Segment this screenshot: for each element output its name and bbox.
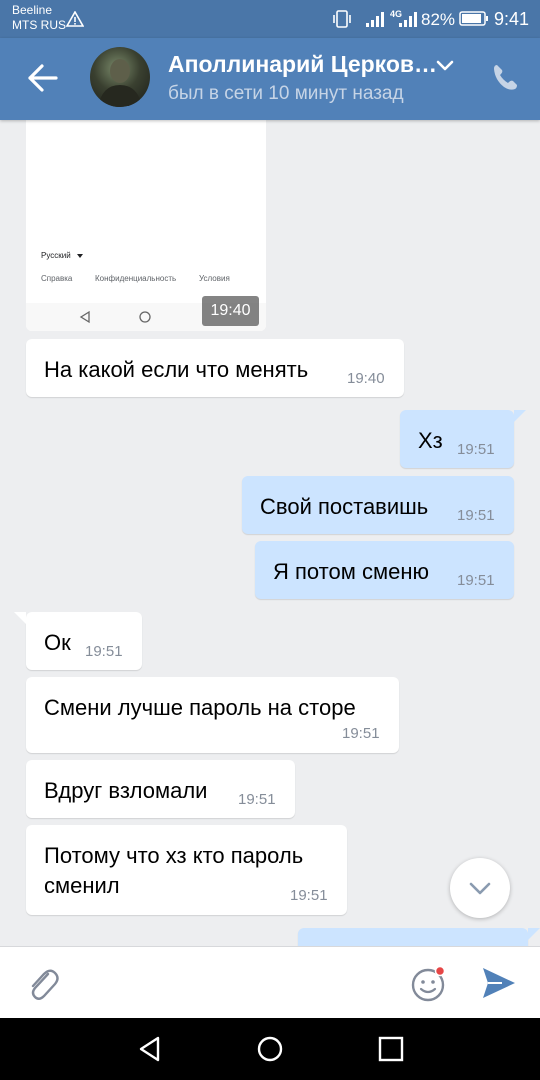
message-bubble-incoming[interactable]: Потому что хз кто пароль сменил 19:51: [26, 825, 347, 915]
message-bubble-incoming[interactable]: Вдруг взломали 19:51: [26, 760, 295, 818]
bubble-tail: [528, 928, 540, 940]
message-time: 19:51: [457, 441, 495, 458]
carrier-name: Beeline: [12, 3, 53, 17]
chevron-down-icon[interactable]: [436, 60, 454, 72]
message-time: 19:40: [347, 370, 385, 387]
message-text: Свой поставишь: [260, 494, 429, 519]
paperclip-icon[interactable]: [26, 965, 60, 1003]
message-bubble-outgoing[interactable]: Я потом сменю 19:51: [255, 541, 514, 599]
contact-name[interactable]: Аполлинарий Церков…: [168, 51, 437, 78]
message-text-line: Потому что хз кто пароль: [44, 843, 304, 868]
message-bubble-incoming[interactable]: Ок 19:51: [14, 612, 142, 670]
message-bubble-incoming[interactable]: Смени лучше пароль на сторе 19:51: [26, 677, 399, 753]
screenshot-link: Конфиденциальность: [95, 274, 177, 283]
message-input-bar: [0, 946, 540, 1019]
message-text: Вдруг взломали: [44, 778, 208, 803]
message-bubble-outgoing[interactable]: Хз 19:51: [400, 410, 526, 468]
bubble-tail: [14, 612, 26, 624]
message-time: 19:51: [238, 791, 276, 808]
message-text: Хз: [418, 428, 443, 453]
vibrate-icon: [333, 10, 351, 28]
message-bubble-outgoing[interactable]: Свой поставишь 19:51: [242, 476, 514, 534]
recent-apps-icon[interactable]: [377, 1035, 405, 1063]
message-text: Я потом сменю: [273, 559, 429, 584]
message-text: Ок: [44, 630, 71, 655]
screenshot-language: Русский: [41, 251, 71, 260]
signal-icon: [366, 12, 384, 27]
chat-header: Аполлинарий Церков… был в сети 10 минут …: [0, 38, 540, 120]
arrow-left-icon[interactable]: [28, 64, 58, 92]
message-list[interactable]: Русский Справка Конфиденциальность Услов…: [0, 120, 540, 946]
scroll-down-button[interactable]: [450, 858, 510, 918]
message-time: 19:51: [457, 572, 495, 589]
battery-icon: [459, 11, 488, 26]
message-time: 19:51: [457, 507, 495, 524]
bubble-tail: [514, 410, 526, 422]
chevron-down-icon: [469, 882, 491, 895]
system-navigation-bar: [0, 1018, 540, 1080]
signal-icon-secondary: [399, 12, 417, 27]
message-time: 19:51: [342, 725, 380, 742]
message-text: На какой если что менять: [44, 357, 309, 382]
back-triangle-icon: [79, 310, 90, 324]
carrier-name-secondary: MTS RUS: [12, 18, 66, 32]
avatar[interactable]: [90, 47, 150, 107]
message-text: Смени лучше пароль на сторе: [44, 695, 356, 720]
home-circle-icon[interactable]: [256, 1035, 284, 1063]
message-text-line: сменил: [44, 873, 120, 898]
send-icon[interactable]: [480, 965, 518, 1001]
warning-icon: [66, 11, 84, 27]
message-time: 19:51: [85, 643, 123, 660]
message-bubble-outgoing-partial[interactable]: [298, 928, 540, 946]
battery-percent: 82%: [421, 10, 456, 29]
message-time: 19:51: [290, 887, 328, 904]
image-timestamp: 19:40: [202, 296, 259, 326]
clock: 9:41: [494, 9, 530, 29]
status-bar: Beeline MTS RUS 4G 82% 9:41: [0, 0, 540, 38]
phone-icon[interactable]: [490, 62, 520, 92]
screenshot-link: Условия: [199, 274, 230, 283]
message-bubble-incoming[interactable]: На какой если что менять 19:40: [26, 339, 404, 397]
back-triangle-icon[interactable]: [136, 1035, 164, 1063]
screenshot-link: Справка: [41, 274, 73, 283]
smile-icon[interactable]: [410, 965, 448, 1003]
caret-down-icon: [77, 254, 83, 258]
contact-status: был в сети 10 минут назад: [168, 83, 404, 104]
home-circle-icon: [139, 311, 151, 323]
